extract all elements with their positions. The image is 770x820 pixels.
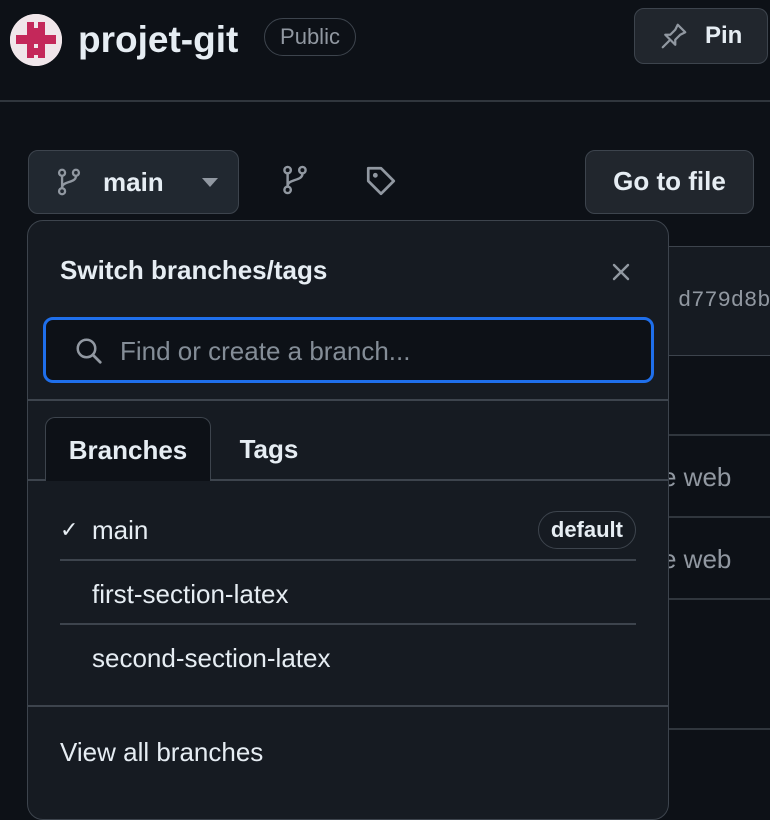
check-icon: ✓ — [60, 517, 79, 542]
pin-icon — [661, 23, 687, 49]
branches-link[interactable] — [280, 164, 316, 200]
branch-item-second-section-latex[interactable]: second-section-latex — [60, 626, 636, 690]
go-to-file-button[interactable]: Go to file — [585, 150, 754, 214]
branch-selector-button[interactable]: main — [28, 150, 239, 214]
pin-label: Pin — [705, 22, 743, 49]
repo-name-link[interactable]: projet-git — [78, 18, 238, 62]
tabs-underline — [211, 479, 668, 481]
chevron-down-icon — [201, 177, 218, 187]
tag-icon — [366, 166, 396, 196]
git-branch-icon — [57, 168, 81, 196]
view-all-branches-link[interactable]: View all branches — [60, 737, 263, 768]
pin-button[interactable]: Pin — [634, 8, 768, 64]
default-badge: default — [537, 511, 636, 549]
branch-search-input[interactable] — [118, 328, 642, 374]
branch-name: main — [92, 514, 149, 545]
divider — [28, 705, 668, 707]
identicon-icon — [10, 14, 62, 66]
branch-name: second-section-latex — [92, 642, 331, 673]
divider — [60, 623, 636, 625]
header-divider — [0, 100, 770, 102]
tab-tags[interactable]: Tags — [224, 417, 314, 481]
tags-link[interactable] — [364, 164, 400, 200]
close-button[interactable] — [606, 257, 636, 287]
file-row-commit-message[interactable]: e web — [662, 462, 731, 493]
branch-item-first-section-latex[interactable]: first-section-latex — [60, 562, 636, 626]
dropdown-title: Switch branches/tags — [60, 255, 328, 285]
branch-search-field[interactable] — [43, 317, 654, 383]
divider — [60, 559, 636, 561]
divider — [28, 399, 668, 401]
repo-owner-avatar[interactable] — [10, 14, 62, 66]
commit-hash-link[interactable]: d779d8b — [678, 288, 770, 313]
visibility-badge: Public — [264, 18, 356, 56]
close-icon — [612, 263, 630, 281]
branch-name: first-section-latex — [92, 578, 289, 609]
search-icon — [76, 338, 102, 364]
tab-branches[interactable]: Branches — [45, 417, 211, 481]
branch-switcher-dropdown: Switch branches/tags Branches Tags ✓ mai… — [27, 220, 669, 820]
branch-item-main[interactable]: ✓ main default — [60, 498, 636, 562]
file-row-commit-message[interactable]: e web — [662, 544, 731, 575]
tabs-underline — [28, 479, 45, 481]
current-branch-label: main — [103, 166, 164, 197]
git-branch-icon — [283, 165, 307, 195]
